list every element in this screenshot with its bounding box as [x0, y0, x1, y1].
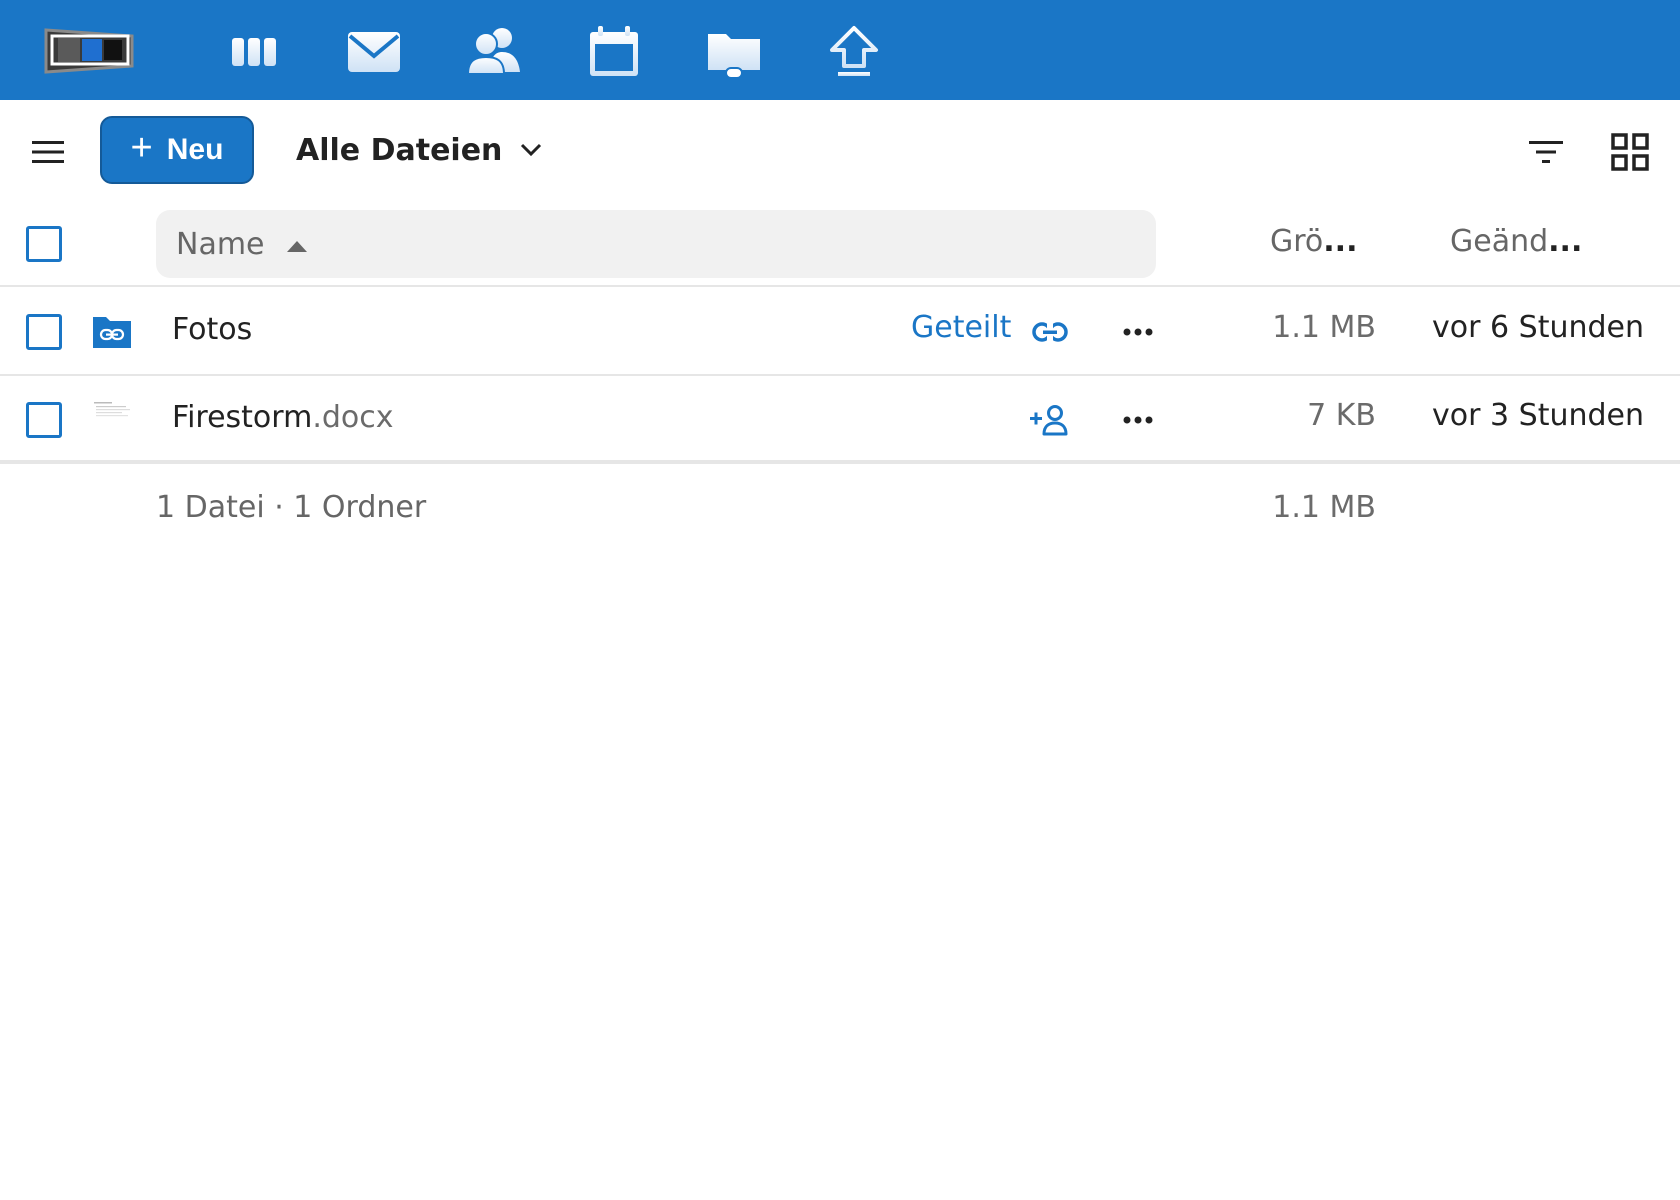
size-header-ellipsis: ... [1323, 224, 1358, 259]
top-app-bar [0, 0, 1680, 100]
file-name[interactable]: Firestorm.docx [172, 400, 394, 435]
row-checkbox[interactable] [26, 402, 62, 438]
size-column-header[interactable]: Grö... [1270, 224, 1357, 259]
select-all-checkbox[interactable] [26, 226, 62, 262]
name-column-header[interactable]: Name [156, 210, 1156, 278]
breadcrumb[interactable]: Alle Dateien [296, 122, 542, 178]
mail-icon[interactable] [346, 24, 402, 80]
table-row[interactable]: Fotos Geteilt 1.1 MB vor 6 Stunden [0, 288, 1680, 376]
file-size: 7 KB [1307, 398, 1376, 433]
grid-view-icon[interactable] [1604, 126, 1656, 178]
name-header-label: Name [176, 226, 265, 262]
modified-header-label: Geänd [1450, 224, 1549, 259]
size-header-label: Grö [1270, 224, 1324, 259]
shared-folder-icon [93, 317, 131, 348]
new-button[interactable]: + Neu [100, 116, 254, 184]
more-actions-icon[interactable] [1116, 398, 1160, 442]
add-user-icon[interactable] [1028, 398, 1072, 442]
document-thumbnail-icon [92, 400, 132, 420]
table-header: Name Grö... Geänd... [0, 200, 1680, 287]
file-name[interactable]: Fotos [172, 312, 252, 347]
calendar-icon[interactable] [586, 24, 642, 80]
table-row[interactable]: Firestorm.docx 7 KB vor 3 Stunden [0, 376, 1680, 464]
chevron-down-icon [521, 143, 542, 157]
app-logo[interactable] [44, 26, 136, 74]
new-button-label: Neu [166, 133, 224, 166]
file-modified: vor 6 Stunden [1432, 310, 1644, 345]
dashboard-icon[interactable] [226, 24, 282, 80]
file-extension: .docx [312, 400, 394, 435]
link-icon[interactable] [1028, 310, 1072, 354]
contacts-icon[interactable] [466, 24, 522, 80]
modified-column-header[interactable]: Geänd... [1450, 224, 1582, 259]
modified-header-ellipsis: ... [1548, 224, 1583, 259]
row-checkbox[interactable] [26, 314, 62, 350]
file-size: 1.1 MB [1272, 310, 1376, 345]
folder-icon[interactable] [706, 24, 762, 80]
upload-icon[interactable] [826, 24, 882, 80]
files-summary: 1 Datei · 1 Ordner [156, 490, 427, 525]
plus-icon: + [130, 127, 153, 169]
filter-icon[interactable] [1520, 126, 1572, 178]
total-size: 1.1 MB [1272, 490, 1376, 525]
shared-label[interactable]: Geteilt [911, 310, 1011, 345]
breadcrumb-label: Alle Dateien [296, 132, 503, 168]
file-basename: Firestorm [172, 400, 313, 435]
more-actions-icon[interactable] [1116, 310, 1160, 354]
file-basename: Fotos [172, 312, 253, 347]
files-toolbar: + Neu Alle Dateien [0, 100, 1680, 200]
sort-ascending-icon [286, 240, 307, 252]
file-modified: vor 3 Stunden [1432, 398, 1644, 433]
menu-icon[interactable] [26, 130, 70, 174]
